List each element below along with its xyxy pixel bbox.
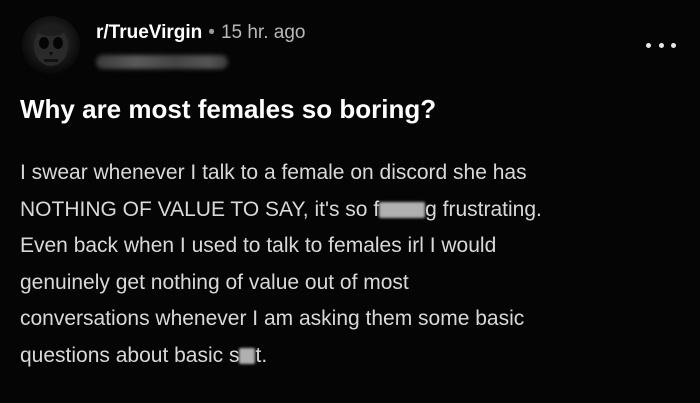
post-meta: r/TrueVirgin • 15 hr. ago [96,22,305,44]
more-dot-icon [671,42,676,48]
blurred-username [96,55,228,69]
more-dot-icon [658,42,664,48]
more-dot-icon [646,42,651,48]
body-line: conversations whenever I am asking them … [20,307,525,330]
body-text-segment: questions about basic s [20,343,240,367]
subreddit-name[interactable]: r/TrueVirgin [96,22,202,43]
post-time: 15 hr. ago [220,22,306,43]
more-options-button[interactable] [646,40,676,50]
body-text-segment: t. [255,343,268,367]
body-line: genuinely get nothing of value out of mo… [20,270,409,294]
post-body: I swear whenever I talk to a female on d… [20,155,688,374]
skull-avatar-icon [34,24,68,66]
body-text-segment: NOTHING OF VALUE TO SAY, it's so f [20,197,380,221]
censor-blur [239,347,256,364]
post-header: r/TrueVirgin • 15 hr. ago [22,14,682,76]
subreddit-avatar[interactable] [22,16,80,74]
body-line: questions about basic s t. [20,338,688,375]
body-line: I swear whenever I talk to a female on d… [20,161,527,184]
post-title[interactable]: Why are most females so boring? [20,92,680,126]
body-line: NOTHING OF VALUE TO SAY, it's so f g frus… [20,192,688,229]
meta-separator: • [208,22,215,43]
body-text-segment: g frustrating. [425,197,542,221]
censor-blur [379,201,426,218]
body-line: Even back when I used to talk to females… [20,234,497,257]
post-card: r/TrueVirgin • 15 hr. ago Why are most fem… [0,0,700,403]
